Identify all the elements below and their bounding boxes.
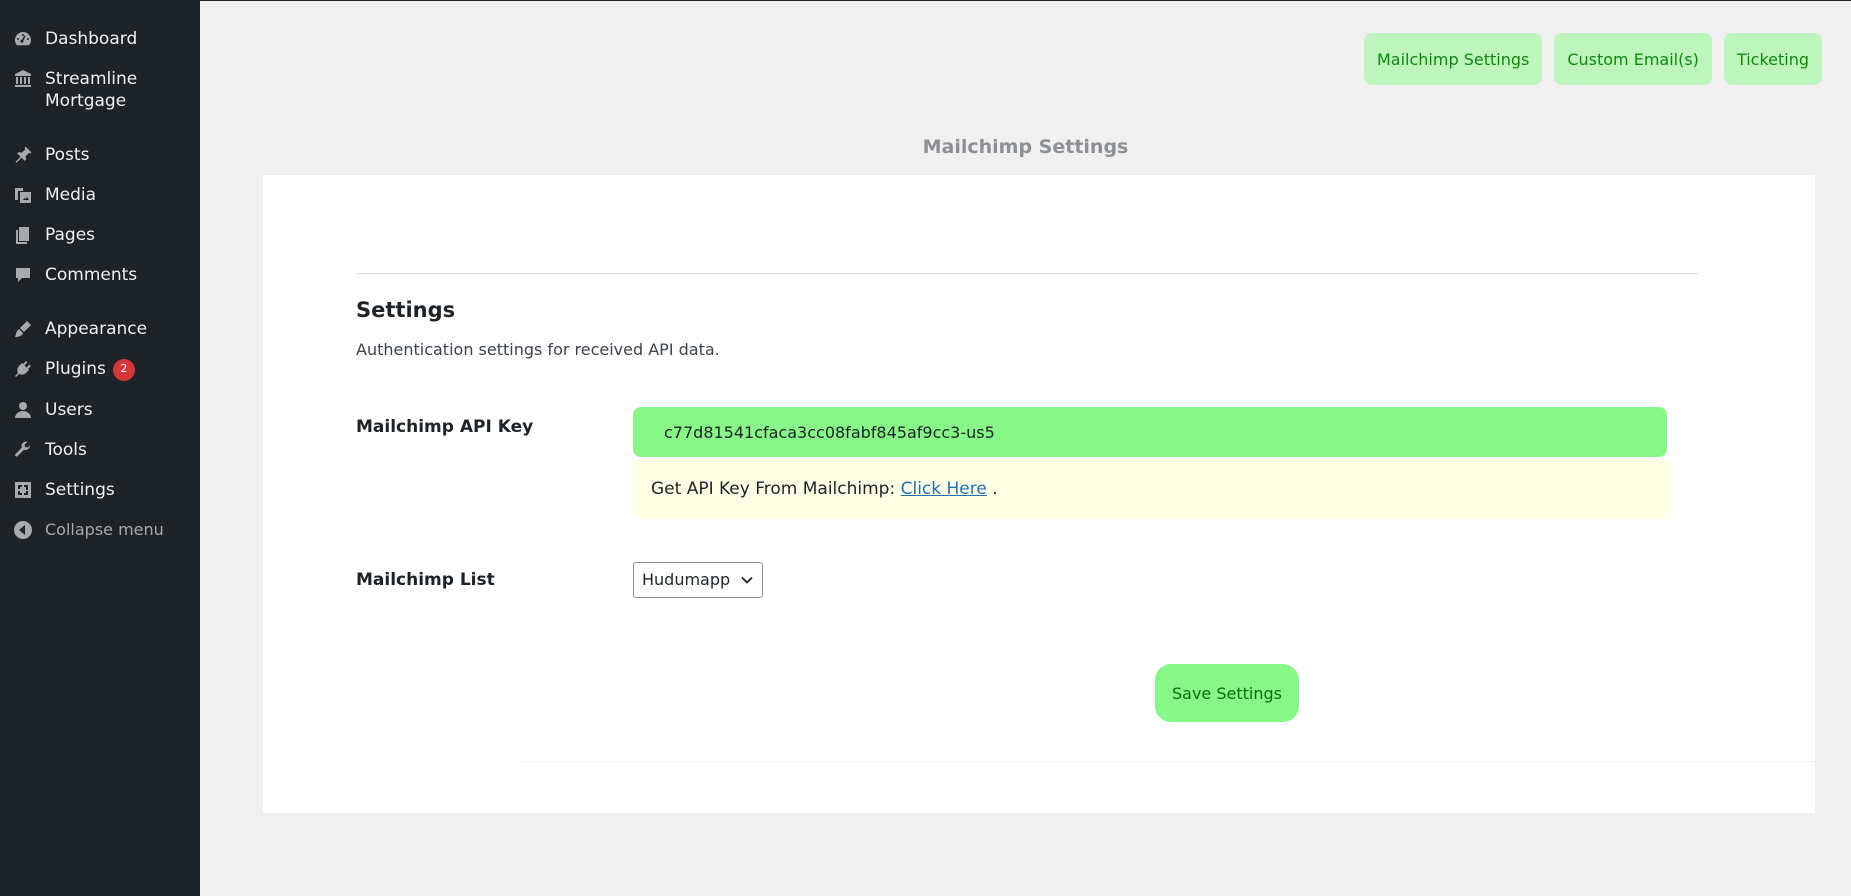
user-icon	[12, 399, 34, 421]
sidebar-item-label: Streamline Mortgage	[45, 69, 138, 111]
sidebar-item-label: Dashboard	[45, 29, 138, 49]
save-settings-button[interactable]: Save Settings	[1155, 664, 1299, 722]
sidebar-item-label: Posts	[45, 145, 90, 165]
main-content: Mailchimp Settings Custom Email(s) Ticke…	[200, 1, 1851, 896]
plugin-top-nav: Mailchimp Settings Custom Email(s) Ticke…	[1363, 33, 1822, 85]
paintbrush-icon	[12, 318, 34, 340]
section-title: Settings	[356, 298, 456, 322]
sidebar-item-label: Comments	[45, 265, 138, 285]
sidebar-item-posts[interactable]: Posts	[0, 135, 200, 175]
sidebar-item-media[interactable]: Media	[0, 175, 200, 215]
sidebar-item-label: Settings	[45, 480, 115, 500]
settings-panel: Settings Authentication settings for rec…	[263, 175, 1815, 813]
footer-divider	[520, 761, 1851, 762]
chevron-down-icon	[741, 576, 753, 584]
comment-icon	[12, 264, 34, 286]
update-count-badge: 2	[112, 359, 135, 381]
pin-icon	[12, 144, 34, 166]
notice-text: Get API Key From Mailchimp:	[651, 479, 901, 499]
api-key-label: Mailchimp API Key	[356, 417, 534, 437]
api-key-row: Mailchimp API Key Get API Key From Mailc…	[356, 407, 1698, 527]
sidebar-item-tools[interactable]: Tools	[0, 430, 200, 470]
collapse-arrow-icon	[12, 519, 34, 541]
sidebar-item-label: Media	[45, 185, 97, 205]
wrench-icon	[12, 439, 34, 461]
sidebar-item-pages[interactable]: Pages	[0, 215, 200, 255]
admin-menu: Dashboard Streamline Mortgage Posts Medi…	[0, 1, 200, 550]
mailchimp-list-label: Mailchimp List	[356, 570, 495, 590]
plugins-label-text: Plugins	[45, 359, 106, 379]
sidebar-item-settings[interactable]: Settings	[0, 470, 200, 510]
mailchimp-settings-tab[interactable]: Mailchimp Settings	[1363, 33, 1543, 85]
sidebar-item-users[interactable]: Users	[0, 390, 200, 430]
pages-icon	[12, 224, 34, 246]
sidebar-item-label: Pages	[45, 225, 96, 245]
plugin-icon	[12, 358, 34, 380]
media-icon	[12, 184, 34, 206]
admin-sidebar: Dashboard Streamline Mortgage Posts Medi…	[0, 1, 200, 896]
sidebar-item-streamline-mortgage[interactable]: Streamline Mortgage	[0, 59, 200, 121]
selected-list-value: Hudumapp	[642, 570, 731, 589]
api-key-input[interactable]	[633, 407, 1667, 457]
sidebar-item-label: Tools	[45, 440, 87, 460]
page-title: Mailchimp Settings	[922, 136, 1129, 158]
section-description: Authentication settings for received API…	[356, 340, 720, 359]
sidebar-item-label: Plugins 2	[45, 358, 135, 381]
notice-suffix: .	[986, 479, 998, 499]
sidebar-item-appearance[interactable]: Appearance	[0, 309, 200, 349]
sidebar-item-comments[interactable]: Comments	[0, 255, 200, 295]
collapse-menu-label: Collapse menu	[45, 520, 164, 539]
ticketing-tab[interactable]: Ticketing	[1723, 33, 1822, 85]
settings-icon	[12, 479, 34, 501]
mailchimp-list-select[interactable]: Hudumapp	[633, 562, 763, 598]
sidebar-item-plugins[interactable]: Plugins 2	[0, 349, 200, 390]
bank-icon	[12, 68, 34, 90]
custom-emails-tab[interactable]: Custom Email(s)	[1554, 33, 1712, 85]
sidebar-item-dashboard[interactable]: Dashboard	[0, 19, 200, 59]
section-divider	[356, 273, 1698, 274]
sidebar-item-label: Users	[45, 400, 93, 420]
collapse-menu-button[interactable]: Collapse menu	[0, 510, 200, 550]
list-row: Mailchimp List Hudumapp	[356, 562, 1698, 602]
dashboard-icon	[12, 28, 34, 50]
settings-form: Settings Authentication settings for rec…	[356, 273, 1698, 602]
api-key-notice: Get API Key From Mailchimp: Click Here .	[633, 459, 1671, 519]
get-api-key-link[interactable]: Click Here	[901, 479, 987, 499]
sidebar-item-label: Appearance	[45, 319, 148, 339]
